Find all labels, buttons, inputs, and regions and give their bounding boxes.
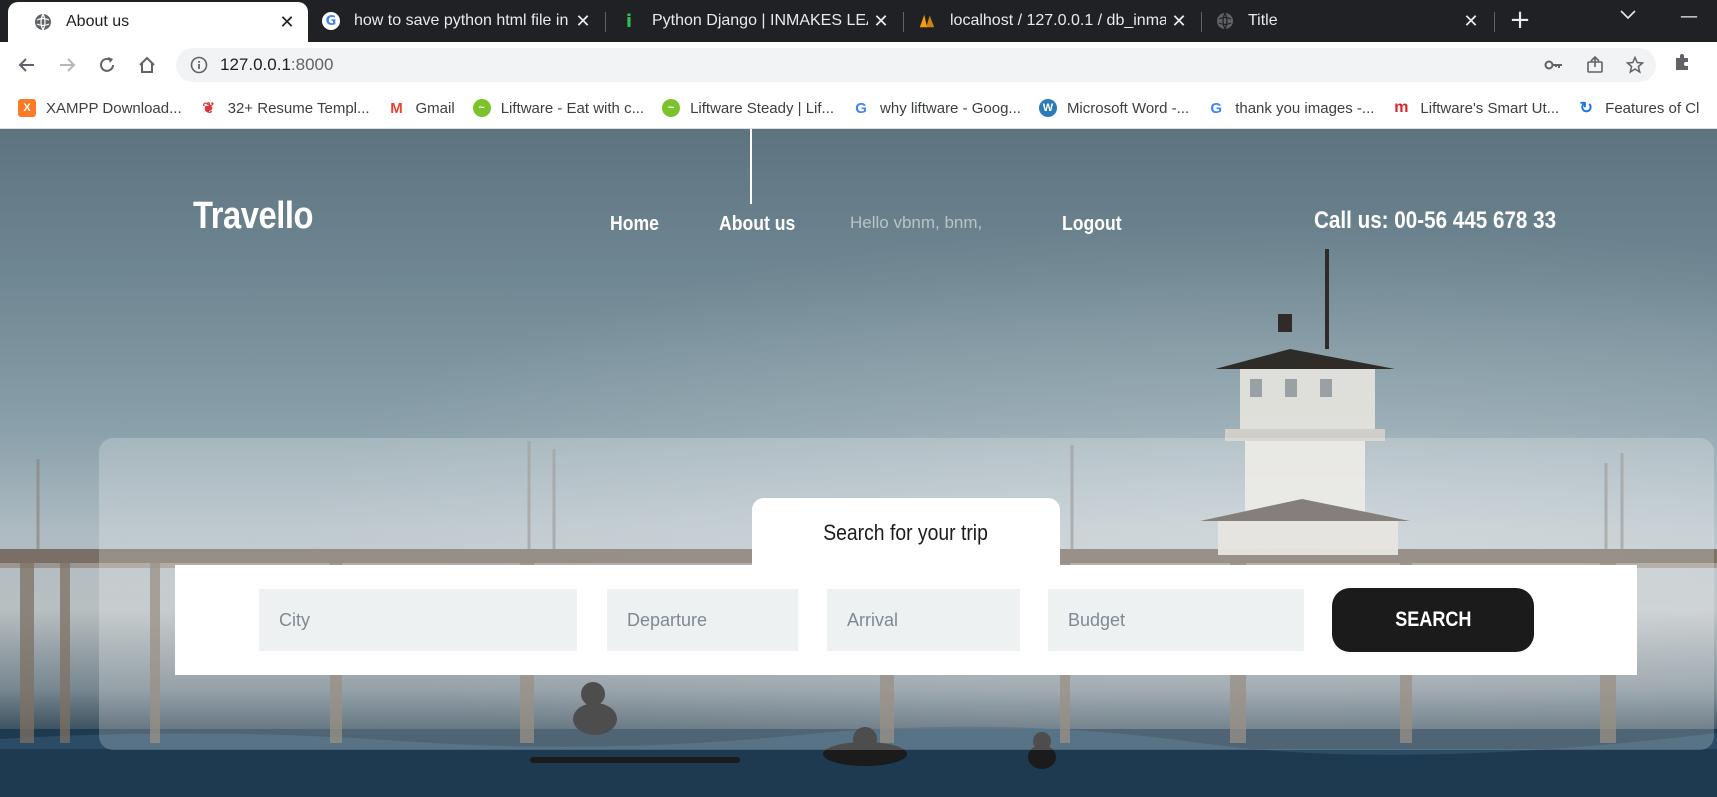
arrival-input[interactable]	[827, 589, 1020, 651]
back-button[interactable]	[14, 52, 40, 78]
chevron-down-icon[interactable]	[1620, 8, 1636, 24]
close-icon[interactable]: ✕	[868, 11, 894, 32]
key-icon[interactable]	[1544, 56, 1564, 78]
browser-toolbar: 127.0.0.1:8000	[0, 42, 1717, 88]
nav-logout-link[interactable]: Logout	[1062, 213, 1122, 236]
tab-title: how to save python html file in p	[354, 12, 570, 29]
tab-google-search[interactable]: G how to save python html file in p ✕	[308, 0, 604, 42]
inmakes-icon: i	[625, 10, 633, 32]
google-icon: G	[852, 99, 871, 117]
new-tab-button[interactable]: +	[1505, 6, 1535, 36]
search-tab-label: Search for your trip	[823, 520, 989, 545]
search-button[interactable]: SEARCH	[1332, 588, 1534, 652]
tab-title-page[interactable]: Title ✕	[1202, 0, 1492, 42]
tab-title: About us	[66, 13, 130, 30]
xampp-icon: X	[18, 99, 36, 117]
nav-home-link[interactable]: Home	[610, 213, 659, 236]
share-icon[interactable]	[1586, 55, 1604, 78]
bookmark-resume[interactable]: ❦ 32+ Resume Templ...	[199, 99, 370, 117]
globe-icon	[1216, 12, 1234, 30]
user-greeting: Hello vbnm, bnm,	[850, 213, 983, 232]
bookmark-liftware-eat[interactable]: ~ Liftware - Eat with c...	[472, 99, 644, 117]
gmail-icon: M	[387, 99, 406, 117]
bookmark-features[interactable]: ↻ Features of Cl	[1577, 99, 1699, 117]
departure-input[interactable]	[607, 589, 798, 651]
bookmark-liftware-steady[interactable]: ~ Liftware Steady | Lif...	[662, 99, 834, 117]
bookmark-xampp[interactable]: X XAMPP Download...	[18, 99, 182, 117]
bookmark-liftware-smart[interactable]: m Liftware's Smart Ut...	[1392, 99, 1559, 117]
liftware-icon: ~	[662, 99, 681, 117]
star-icon[interactable]	[1625, 55, 1645, 78]
tab-title: Python Django | INMAKES LEARN	[652, 12, 868, 29]
close-icon[interactable]: ✕	[1166, 11, 1192, 32]
close-icon[interactable]: ✕	[274, 12, 300, 33]
budget-field	[1048, 589, 1304, 651]
resume-icon: ❦	[199, 99, 218, 117]
search-tab: Search for your trip	[752, 498, 1060, 568]
forward-button[interactable]	[54, 52, 80, 78]
wordpress-icon: W	[1038, 99, 1057, 117]
nav-active-indicator	[750, 129, 752, 204]
liftware-icon: ~	[472, 99, 491, 117]
bookmarks-bar: X XAMPP Download... ❦ 32+ Resume Templ... …	[0, 88, 1717, 129]
refresh-icon: ↻	[1577, 99, 1596, 117]
departure-field	[607, 589, 798, 651]
site-logo[interactable]: Travello	[193, 195, 314, 238]
globe-icon	[34, 13, 52, 31]
city-input[interactable]	[259, 589, 577, 651]
google-icon: G	[1207, 99, 1226, 117]
tab-title: localhost / 127.0.0.1 / db_inmake	[950, 12, 1166, 29]
arrival-field	[827, 589, 1020, 651]
m-icon: m	[1392, 99, 1411, 117]
address-bar[interactable]: 127.0.0.1:8000	[176, 48, 1656, 82]
tab-strip: About us ✕ G how to save python html fil…	[0, 0, 1717, 42]
home-button[interactable]	[134, 52, 160, 78]
search-form: SEARCH	[175, 565, 1637, 675]
page-viewport: Travello Home About us Hello vbnm, bnm, …	[0, 129, 1717, 797]
bookmark-thank-you-images[interactable]: Gthank you images -...	[1207, 99, 1374, 117]
tab-divider	[1494, 12, 1495, 32]
nav-about-link[interactable]: About us	[719, 213, 795, 236]
city-field	[259, 589, 577, 651]
bookmark-why-liftware[interactable]: Gwhy liftware - Goog...	[852, 99, 1021, 117]
tab-about-us[interactable]: About us ✕	[8, 2, 308, 42]
tab-title: Title	[1248, 12, 1278, 29]
extensions-icon[interactable]	[1672, 52, 1692, 76]
call-us-text: Call us: 00-56 445 678 33	[1314, 207, 1557, 234]
url-text: 127.0.0.1:8000	[220, 55, 334, 74]
search-button-label: SEARCH	[1394, 608, 1472, 631]
reload-button[interactable]	[94, 52, 120, 78]
bookmark-microsoft-word[interactable]: W Microsoft Word -...	[1038, 99, 1189, 117]
close-icon[interactable]: ✕	[570, 11, 596, 32]
tab-phpmyadmin[interactable]: localhost / 127.0.0.1 / db_inmake ✕	[904, 0, 1200, 42]
budget-input[interactable]	[1048, 589, 1304, 651]
minimize-button[interactable]: —	[1680, 6, 1698, 27]
bookmark-gmail[interactable]: M Gmail	[387, 99, 455, 117]
phpmyadmin-icon	[918, 12, 936, 30]
info-icon[interactable]	[190, 56, 208, 74]
close-icon[interactable]: ✕	[1458, 11, 1484, 32]
tab-inmakes[interactable]: i Python Django | INMAKES LEARN ✕	[606, 0, 902, 42]
google-icon: G	[322, 12, 340, 30]
